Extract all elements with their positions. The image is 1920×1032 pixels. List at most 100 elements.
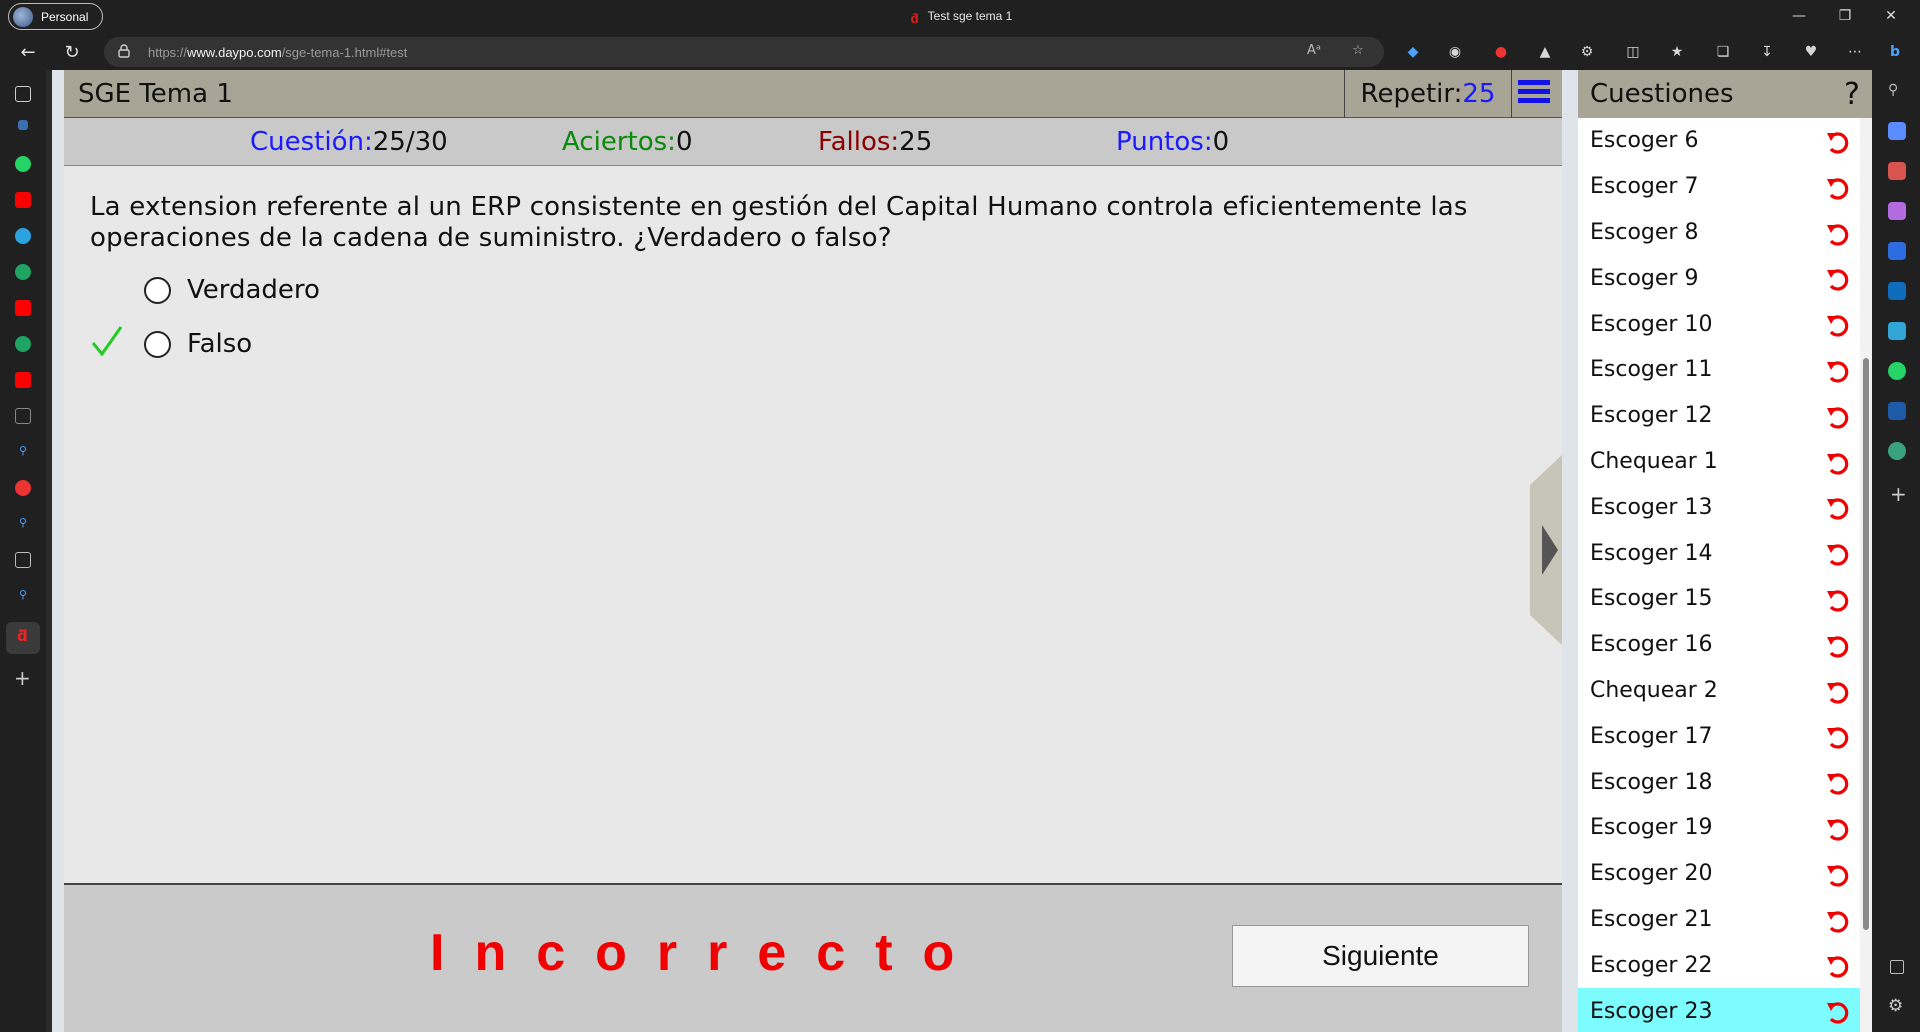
toggle-panel-arrow-icon[interactable] xyxy=(1530,455,1562,645)
question-list-item[interactable]: Escoger 13 xyxy=(1578,484,1860,530)
question-list-item[interactable]: Escoger 16 xyxy=(1578,622,1860,668)
question-list-item[interactable]: Escoger 17 xyxy=(1578,713,1860,759)
retry-icon[interactable] xyxy=(1823,861,1851,889)
tab-gem-icon[interactable] xyxy=(18,120,28,130)
sidebar-add-icon[interactable]: + xyxy=(1890,482,1907,506)
retry-icon[interactable] xyxy=(1823,128,1851,156)
retry-icon[interactable] xyxy=(1823,769,1851,797)
sidebar-games-icon[interactable] xyxy=(1888,202,1906,220)
retry-icon[interactable] xyxy=(1823,540,1851,568)
scrollbar-thumb[interactable] xyxy=(1863,358,1869,930)
address-bar[interactable]: https://www.daypo.com/sge-tema-1.html#te… xyxy=(104,37,1384,67)
minimize-button[interactable]: — xyxy=(1776,0,1822,32)
tab-youtube-icon[interactable] xyxy=(15,300,31,316)
question-list-item[interactable]: Escoger 9 xyxy=(1578,255,1860,301)
retry-icon[interactable] xyxy=(1823,403,1851,431)
extension-icon[interactable]: ▲ xyxy=(1534,42,1556,62)
retry-icon[interactable] xyxy=(1823,449,1851,477)
sidebar-tools-icon[interactable] xyxy=(1888,162,1906,180)
question-list-item[interactable]: Chequear 1 xyxy=(1578,439,1860,485)
split-screen-icon[interactable]: ◫ xyxy=(1622,42,1644,62)
refresh-button[interactable]: ↻ xyxy=(58,38,86,66)
question-list-item[interactable]: Escoger 23 xyxy=(1578,988,1860,1032)
sidebar-toggle-icon[interactable] xyxy=(1890,960,1904,974)
tab-drive-icon[interactable] xyxy=(15,264,31,280)
question-list-item[interactable]: Escoger 11 xyxy=(1578,347,1860,393)
retry-icon[interactable] xyxy=(1823,678,1851,706)
tab-youtube-icon[interactable] xyxy=(15,372,31,388)
radio-button[interactable] xyxy=(144,276,171,304)
tab-active-daypo[interactable]: ƌ xyxy=(6,622,40,654)
back-button[interactable]: ← xyxy=(14,38,42,66)
question-list-item[interactable]: Escoger 10 xyxy=(1578,301,1860,347)
option-verdadero[interactable]: Verdadero xyxy=(144,274,320,306)
sidebar-m365-icon[interactable] xyxy=(1888,242,1906,260)
more-menu-icon[interactable]: ⋯ xyxy=(1844,42,1866,62)
ublock-icon[interactable]: ● xyxy=(1490,42,1512,62)
panel-scrollbar[interactable] xyxy=(1860,118,1872,1032)
favorites-icon[interactable]: ★ xyxy=(1666,42,1688,62)
tab-opera-icon[interactable] xyxy=(15,480,31,496)
sidebar-settings-icon[interactable]: ⚙ xyxy=(1888,996,1903,1016)
tab-calendar-icon[interactable] xyxy=(15,552,31,568)
read-aloud-icon[interactable]: Aᵃ xyxy=(1304,43,1324,61)
option-falso[interactable]: Falso xyxy=(144,328,252,360)
collections-icon[interactable]: ❏ xyxy=(1712,42,1734,62)
tab-telegram-icon[interactable] xyxy=(15,228,31,244)
question-list-item[interactable]: Escoger 20 xyxy=(1578,851,1860,897)
sidebar-outlook-icon[interactable] xyxy=(1888,282,1906,300)
question-list-item[interactable]: Escoger 14 xyxy=(1578,530,1860,576)
retry-icon[interactable] xyxy=(1823,220,1851,248)
question-list-item[interactable]: Chequear 2 xyxy=(1578,668,1860,714)
hamburger-menu-icon[interactable] xyxy=(1518,80,1550,106)
question-list-item[interactable]: Escoger 7 xyxy=(1578,164,1860,210)
question-list-item[interactable]: Escoger 21 xyxy=(1578,897,1860,943)
question-list-item[interactable]: Escoger 8 xyxy=(1578,210,1860,256)
question-list-item[interactable]: Escoger 19 xyxy=(1578,805,1860,851)
copilot-icon[interactable]: b xyxy=(1884,42,1906,62)
question-list-item[interactable]: Escoger 6 xyxy=(1578,118,1860,164)
next-button[interactable]: Siguiente xyxy=(1232,925,1529,987)
tab-whatsapp-icon[interactable] xyxy=(15,156,31,172)
retry-icon[interactable] xyxy=(1823,265,1851,293)
sidebar-search-icon[interactable]: ⚲ xyxy=(1888,82,1906,100)
retry-icon[interactable] xyxy=(1823,815,1851,843)
sidebar-chatgpt-icon[interactable] xyxy=(1888,442,1906,460)
camera-icon[interactable]: ◉ xyxy=(1444,42,1466,62)
retry-icon[interactable] xyxy=(1823,632,1851,660)
retry-icon[interactable] xyxy=(1823,952,1851,980)
sidebar-shopping-icon[interactable] xyxy=(1888,122,1906,140)
question-list-item[interactable]: Escoger 22 xyxy=(1578,942,1860,988)
tab-search-icon[interactable]: ⚲ xyxy=(15,516,31,532)
retry-icon[interactable] xyxy=(1823,723,1851,751)
tab-youtube-icon[interactable] xyxy=(15,192,31,208)
retry-icon[interactable] xyxy=(1823,311,1851,339)
retry-icon[interactable] xyxy=(1823,357,1851,385)
tab-search-icon[interactable]: ⚲ xyxy=(15,444,31,460)
performance-icon[interactable]: ♥ xyxy=(1800,42,1822,62)
retry-icon[interactable] xyxy=(1823,586,1851,614)
tab-drive-icon[interactable] xyxy=(15,336,31,352)
retry-icon[interactable] xyxy=(1823,494,1851,522)
repetir-counter[interactable]: Repetir: 25 xyxy=(1344,70,1512,118)
url-text[interactable]: https://www.daypo.com/sge-tema-1.html#te… xyxy=(148,45,407,60)
question-list-item[interactable]: Escoger 12 xyxy=(1578,393,1860,439)
new-tab-icon[interactable]: + xyxy=(14,666,31,690)
tab-search-icon[interactable]: ⚲ xyxy=(15,588,31,604)
extension-gem-icon[interactable]: ◆ xyxy=(1402,42,1424,62)
downloads-icon[interactable]: ↧ xyxy=(1756,42,1778,62)
sidebar-drop-icon[interactable] xyxy=(1888,322,1906,340)
retry-icon[interactable] xyxy=(1823,998,1851,1026)
tab-page-icon[interactable] xyxy=(15,408,31,424)
help-button[interactable]: ? xyxy=(1844,77,1860,112)
tab-actions-icon[interactable] xyxy=(15,86,31,102)
extensions-puzzle-icon[interactable]: ⚙ xyxy=(1576,42,1598,62)
question-list-item[interactable]: Escoger 18 xyxy=(1578,759,1860,805)
radio-button[interactable] xyxy=(144,330,171,358)
retry-icon[interactable] xyxy=(1823,907,1851,935)
sidebar-app-icon[interactable] xyxy=(1888,402,1906,420)
retry-icon[interactable] xyxy=(1823,174,1851,202)
restore-button[interactable]: ❐ xyxy=(1822,0,1868,32)
sidebar-whatsapp-icon[interactable] xyxy=(1888,362,1906,380)
question-list-item[interactable]: Escoger 15 xyxy=(1578,576,1860,622)
